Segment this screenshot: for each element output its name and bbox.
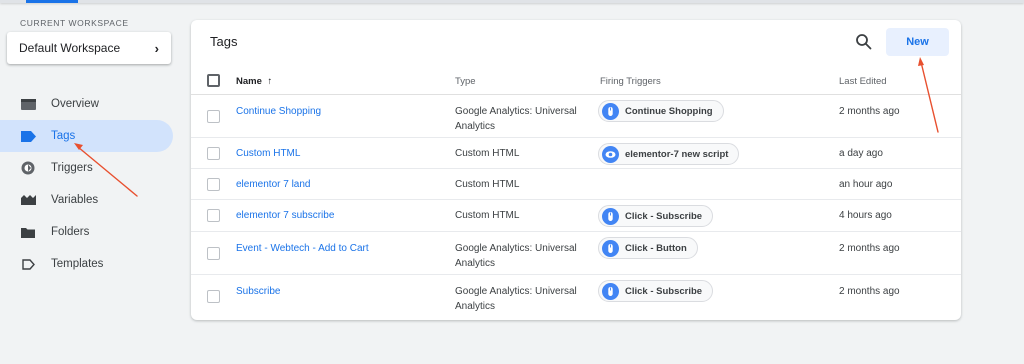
firing-trigger-chip[interactable]: elementor-7 new script <box>598 143 740 165</box>
top-tab-indicator <box>26 0 78 3</box>
tag-type-line2: Analytics <box>455 301 496 312</box>
tag-type: Custom HTML <box>455 208 519 223</box>
table-row[interactable]: Subscribe Google Analytics: Universal Anal… <box>191 275 961 318</box>
sidebar-item-templates[interactable]: Templates <box>0 248 173 280</box>
row-checkbox[interactable] <box>207 110 220 123</box>
chevron-right-icon: › <box>154 40 159 56</box>
click-trigger-icon <box>602 102 619 120</box>
tag-type: Google Analytics: Universal Analytics <box>455 104 577 134</box>
tag-name-link[interactable]: elementor 7 subscribe <box>236 208 334 223</box>
last-edited: a day ago <box>839 148 883 159</box>
table-header: Name ↑ Type Firing Triggers Last Edited <box>191 67 961 95</box>
tag-type: Custom HTML <box>455 177 519 192</box>
column-header-type[interactable]: Type <box>455 76 476 87</box>
sidebar-item-label: Variables <box>51 194 99 206</box>
column-header-name[interactable]: Name ↑ <box>236 76 272 87</box>
overview-icon <box>20 96 36 112</box>
click-trigger-icon <box>602 282 619 300</box>
row-checkbox[interactable] <box>207 247 220 260</box>
workspace-selector[interactable]: Default Workspace › <box>7 32 171 64</box>
table-row[interactable]: Event - Webtech - Add to Cart Google Anal… <box>191 232 961 275</box>
trigger-name: elementor-7 new script <box>625 148 729 160</box>
tag-name-link[interactable]: Continue Shopping <box>236 104 321 119</box>
tag-type-line1: Google Analytics: Universal <box>455 286 577 297</box>
sidebar-item-tags[interactable]: Tags <box>0 120 173 152</box>
trigger-name: Click - Button <box>625 242 687 254</box>
last-edited: an hour ago <box>839 179 893 190</box>
tags-table-card: Tags New Name ↑ Type Firing Triggers Las… <box>191 20 961 320</box>
sidebar-item-overview[interactable]: Overview <box>0 88 173 120</box>
last-edited: 4 hours ago <box>839 210 892 221</box>
firing-trigger-chip[interactable]: Continue Shopping <box>598 100 724 122</box>
workspace-label: CURRENT WORKSPACE <box>20 18 129 28</box>
click-trigger-icon <box>602 239 619 257</box>
sidebar-item-label: Folders <box>51 226 90 238</box>
tag-type-line2: Analytics <box>455 121 496 132</box>
trigger-name: Click - Subscribe <box>625 285 703 297</box>
trigger-name: Click - Subscribe <box>625 210 703 222</box>
top-app-bar-edge <box>0 0 1024 3</box>
row-checkbox[interactable] <box>207 209 220 222</box>
trigger-name: Continue Shopping <box>625 105 713 117</box>
sidebar-nav: Overview Tags Triggers Variables Folders… <box>0 88 175 280</box>
column-header-name-label: Name <box>236 76 262 87</box>
tag-type-line1: Google Analytics: Universal <box>455 243 577 254</box>
table-row[interactable]: Custom HTML Custom HTML elementor-7 new sc… <box>191 138 961 169</box>
new-tag-button[interactable]: New <box>886 28 949 56</box>
sidebar-item-label: Triggers <box>51 162 93 174</box>
card-title: Tags <box>210 34 238 49</box>
sidebar-item-label: Tags <box>51 130 76 142</box>
tag-type-line2: Analytics <box>455 258 496 269</box>
tag-type-line1: Google Analytics: Universal <box>455 106 577 117</box>
sidebar-item-triggers[interactable]: Triggers <box>0 152 173 184</box>
search-icon[interactable] <box>855 33 873 51</box>
tag-type: Google Analytics: Universal Analytics <box>455 241 577 271</box>
tag-type: Google Analytics: Universal Analytics <box>455 284 577 314</box>
sidebar-item-label: Overview <box>51 98 99 110</box>
table-row[interactable]: elementor 7 subscribe Custom HTML Click - … <box>191 200 961 232</box>
sidebar-item-folders[interactable]: Folders <box>0 216 173 248</box>
last-edited: 2 months ago <box>839 243 900 254</box>
last-edited: 2 months ago <box>839 106 900 117</box>
pageview-trigger-icon <box>602 145 619 163</box>
tag-name-link[interactable]: Event - Webtech - Add to Cart <box>236 241 369 256</box>
row-checkbox[interactable] <box>207 290 220 303</box>
tag-type-line1: Custom HTML <box>455 210 520 221</box>
sidebar-item-variables[interactable]: Variables <box>0 184 173 216</box>
tag-icon <box>20 128 36 144</box>
last-edited: 2 months ago <box>839 286 900 297</box>
workspace-name: Default Workspace <box>19 41 121 55</box>
tag-name-link[interactable]: Subscribe <box>236 284 280 299</box>
trigger-icon <box>20 160 36 176</box>
template-icon <box>20 256 36 272</box>
firing-trigger-chip[interactable]: Click - Button <box>598 237 698 259</box>
select-all-checkbox[interactable] <box>207 74 220 87</box>
firing-trigger-chip[interactable]: Click - Subscribe <box>598 205 714 227</box>
row-checkbox[interactable] <box>207 147 220 160</box>
table-row[interactable]: elementor 7 land Custom HTML an hour ago <box>191 169 961 200</box>
folder-icon <box>20 224 36 240</box>
tag-type-line1: Custom HTML <box>455 179 520 190</box>
firing-trigger-chip[interactable]: Click - Subscribe <box>598 280 714 302</box>
column-header-firing-triggers[interactable]: Firing Triggers <box>600 76 661 87</box>
click-trigger-icon <box>602 207 619 225</box>
sort-arrow-icon: ↑ <box>267 76 273 87</box>
tag-name-link[interactable]: elementor 7 land <box>236 177 311 192</box>
row-checkbox[interactable] <box>207 178 220 191</box>
tag-name-link[interactable]: Custom HTML <box>236 146 300 161</box>
tag-type: Custom HTML <box>455 146 519 161</box>
variables-icon <box>20 192 36 208</box>
table-row[interactable]: Continue Shopping Google Analytics: Unive… <box>191 95 961 138</box>
column-header-last-edited[interactable]: Last Edited <box>839 76 887 87</box>
tag-type-line1: Custom HTML <box>455 148 520 159</box>
sidebar-item-label: Templates <box>51 258 104 270</box>
